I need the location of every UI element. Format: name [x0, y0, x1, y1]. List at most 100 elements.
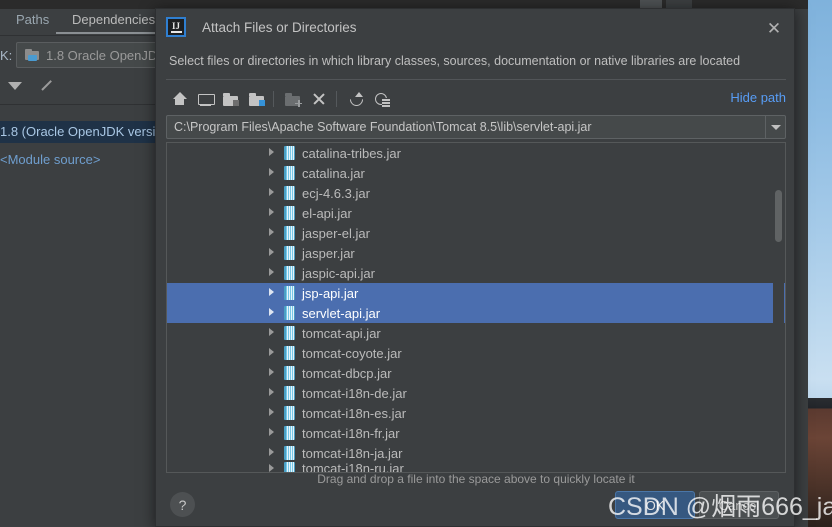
- chevron-right-icon[interactable]: [267, 148, 277, 158]
- dialog-title: Attach Files or Directories: [202, 19, 357, 35]
- file-name-label: tomcat-i18n-es.jar: [302, 405, 407, 421]
- toolbar-separator-2: [336, 91, 337, 107]
- delete-icon[interactable]: [308, 88, 330, 110]
- path-history-dropdown-icon[interactable]: [765, 116, 785, 138]
- file-name-label: jsp-api.jar: [302, 285, 359, 301]
- file-name-label: el-api.jar: [302, 205, 352, 221]
- tab-dependencies[interactable]: Dependencies: [68, 10, 159, 29]
- file-tree-row[interactable]: tomcat-i18n-fr.jar: [167, 423, 785, 443]
- pencil-icon[interactable]: [40, 79, 56, 95]
- dialog-subtitle: Select files or directories in which lib…: [169, 54, 741, 68]
- list-item-label: <Module source>: [0, 152, 101, 167]
- chevron-right-icon[interactable]: [267, 328, 277, 338]
- chevron-right-icon[interactable]: [267, 408, 277, 418]
- chevron-right-icon[interactable]: [267, 188, 277, 198]
- jar-file-icon: [284, 266, 295, 280]
- jar-file-icon: [284, 366, 295, 380]
- file-name-label: tomcat-i18n-de.jar: [302, 385, 407, 401]
- file-tree-row[interactable]: tomcat-coyote.jar: [167, 343, 785, 363]
- jar-file-icon: [284, 326, 295, 340]
- toolbar-separator-1: [273, 91, 274, 107]
- intellij-logo-icon: IJ: [166, 17, 186, 37]
- chevron-right-icon[interactable]: [267, 248, 277, 258]
- file-tree-row[interactable]: tomcat-i18n-de.jar: [167, 383, 785, 403]
- file-tree-row[interactable]: jasper.jar: [167, 243, 785, 263]
- path-input-value: C:\Program Files\Apache Software Foundat…: [174, 120, 592, 134]
- chevron-down-icon[interactable]: [8, 82, 22, 90]
- jar-file-icon: [284, 346, 295, 360]
- jar-file-icon: [284, 426, 295, 440]
- jar-file-icon: [284, 166, 295, 180]
- show-hidden-icon[interactable]: [371, 88, 393, 110]
- chevron-right-icon[interactable]: [267, 448, 277, 458]
- chevron-right-icon[interactable]: [267, 208, 277, 218]
- attach-files-dialog: IJ Attach Files or Directories ✕ Select …: [155, 8, 795, 527]
- jar-file-icon: [284, 246, 295, 260]
- file-tree-row[interactable]: catalina-tribes.jar: [167, 143, 785, 163]
- new-folder-icon: [282, 88, 304, 110]
- file-tree-scrollbar[interactable]: [773, 144, 784, 471]
- folder-icon: [25, 49, 40, 61]
- file-tree-rows: catalina-tribes.jar catalina.jar ecj-4.6.3…: [167, 143, 785, 472]
- file-tree-row[interactable]: jasper-el.jar: [167, 223, 785, 243]
- dialog-titlebar[interactable]: IJ Attach Files or Directories: [156, 9, 794, 45]
- file-tree-row[interactable]: jaspic-api.jar: [167, 263, 785, 283]
- project-folder-icon[interactable]: [220, 88, 242, 110]
- jdk-combobox-value: 1.8 Oracle OpenJDK: [46, 47, 166, 63]
- module-folder-icon[interactable]: [246, 88, 268, 110]
- jar-file-icon: [284, 286, 295, 300]
- hide-path-link[interactable]: Hide path: [730, 90, 786, 105]
- tab-paths[interactable]: Paths: [12, 10, 53, 29]
- ok-button[interactable]: OK: [615, 491, 695, 519]
- chevron-right-icon[interactable]: [267, 268, 277, 278]
- file-tree-row[interactable]: jsp-api.jar: [167, 283, 785, 303]
- desktop-icon[interactable]: [194, 88, 216, 110]
- scrollbar-thumb[interactable]: [775, 190, 782, 242]
- intellij-logo-bar: [171, 31, 182, 33]
- jar-file-icon: [284, 146, 295, 160]
- file-tree-row[interactable]: tomcat-i18n-ja.jar: [167, 443, 785, 463]
- chevron-right-icon[interactable]: [267, 228, 277, 238]
- file-tree-row[interactable]: catalina.jar: [167, 163, 785, 183]
- file-name-label: tomcat-api.jar: [302, 325, 381, 341]
- file-name-label: jasper-el.jar: [302, 225, 370, 241]
- file-tree-row[interactable]: el-api.jar: [167, 203, 785, 223]
- file-name-label: catalina.jar: [302, 165, 365, 181]
- chevron-right-icon[interactable]: [267, 348, 277, 358]
- jar-file-icon: [284, 446, 295, 460]
- dialog-toolbar: Hide path: [166, 85, 786, 113]
- refresh-icon[interactable]: [345, 88, 367, 110]
- jar-file-icon: [284, 306, 295, 320]
- file-name-label: servlet-api.jar: [302, 305, 381, 321]
- jar-file-icon: [284, 186, 295, 200]
- jar-file-icon: [284, 406, 295, 420]
- drag-drop-hint: Drag and drop a file into the space abov…: [317, 472, 635, 486]
- file-name-label: tomcat-i18n-ja.jar: [302, 445, 403, 461]
- file-name-label: catalina-tribes.jar: [302, 145, 401, 161]
- close-icon[interactable]: ✕: [762, 17, 786, 41]
- jar-file-icon: [284, 206, 295, 220]
- jar-file-icon: [284, 386, 295, 400]
- file-name-label: tomcat-i18n-fr.jar: [302, 425, 400, 441]
- jdk-label: K:: [0, 48, 13, 63]
- chevron-right-icon[interactable]: [267, 168, 277, 178]
- chevron-right-icon[interactable]: [267, 428, 277, 438]
- file-tree-row[interactable]: tomcat-api.jar: [167, 323, 785, 343]
- file-name-label: tomcat-dbcp.jar: [302, 365, 392, 381]
- file-tree-row[interactable]: ecj-4.6.3.jar: [167, 183, 785, 203]
- file-tree[interactable]: catalina-tribes.jar catalina.jar ecj-4.6.3…: [166, 142, 786, 473]
- file-name-label: tomcat-coyote.jar: [302, 345, 402, 361]
- chevron-right-icon[interactable]: [267, 288, 277, 298]
- file-tree-row[interactable]: tomcat-i18n-es.jar: [167, 403, 785, 423]
- file-tree-row[interactable]: servlet-api.jar: [167, 303, 785, 323]
- chevron-right-icon[interactable]: [267, 388, 277, 398]
- home-icon[interactable]: [168, 88, 190, 110]
- file-name-label: ecj-4.6.3.jar: [302, 185, 370, 201]
- chevron-right-icon[interactable]: [267, 308, 277, 318]
- file-tree-row[interactable]: tomcat-dbcp.jar: [167, 363, 785, 383]
- cancel-button[interactable]: Cancel: [699, 491, 779, 519]
- help-button[interactable]: ?: [170, 492, 195, 517]
- file-name-label: jasper.jar: [302, 245, 355, 261]
- path-input[interactable]: C:\Program Files\Apache Software Foundat…: [166, 115, 786, 139]
- chevron-right-icon[interactable]: [267, 368, 277, 378]
